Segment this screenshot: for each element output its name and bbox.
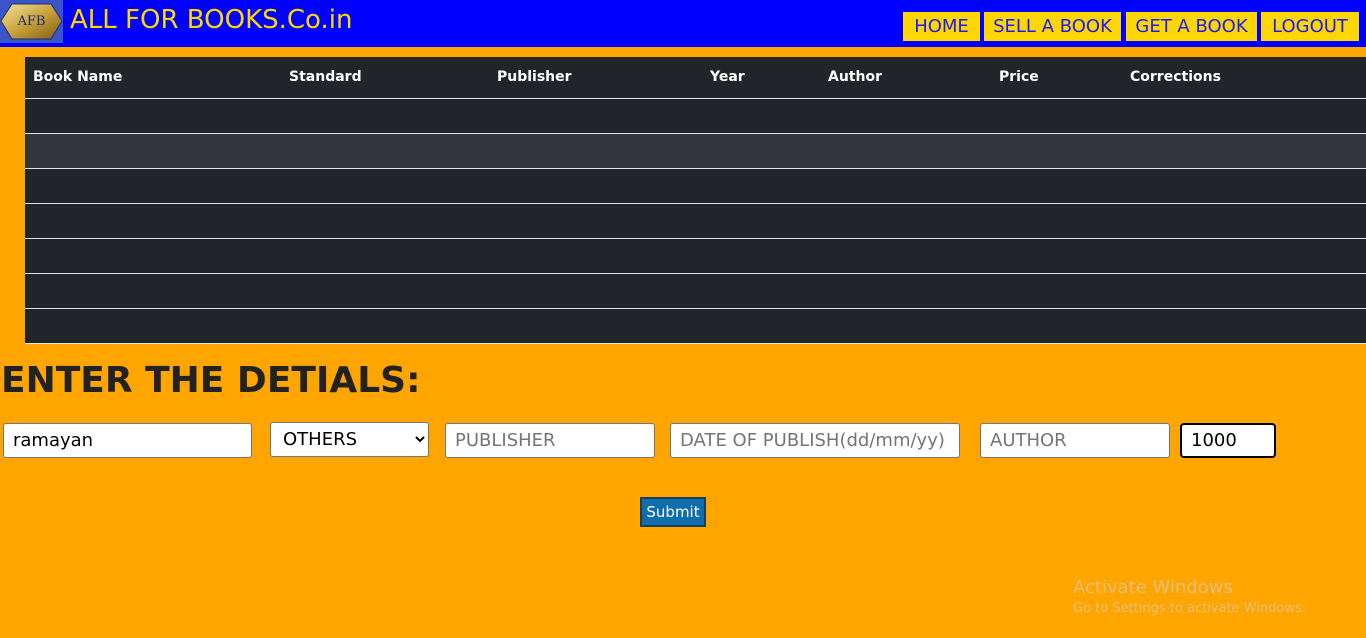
author-input[interactable] [980,423,1170,458]
form-heading: ENTER THE DETIALS: [1,360,421,401]
table-row [25,203,1366,239]
book-name-input[interactable] [3,423,252,458]
column-header-corrections: Corrections [1122,57,1366,99]
column-header-publisher: Publisher [489,57,702,99]
activate-windows-watermark: Activate Windows Go to Settings to activ… [1073,577,1306,616]
table-header-row: Book Name Standard Publisher Year Author… [25,57,1366,99]
site-title: ALL FOR BOOKS.Co.in [70,5,353,35]
nav-get-book-button[interactable]: GET A BOOK [1126,12,1257,41]
price-input[interactable] [1180,423,1276,458]
submit-button[interactable]: Submit [640,497,706,527]
table-row [25,168,1366,204]
table-row [25,273,1366,309]
column-header-price: Price [991,57,1122,99]
nav-home-button[interactable]: HOME [903,12,980,41]
nav-sell-book-button[interactable]: SELL A BOOK [984,12,1121,41]
standard-select[interactable]: OTHERS [270,422,429,457]
publisher-input[interactable] [445,423,655,458]
column-header-standard: Standard [281,57,489,99]
site-header: AFB ALL FOR BOOKS.Co.in HOME SELL A BOOK… [0,0,1366,47]
books-table: Book Name Standard Publisher Year Author… [25,57,1366,344]
table-row [25,308,1366,344]
watermark-subtitle: Go to Settings to activate Windows. [1073,601,1306,616]
column-header-book-name: Book Name [25,57,281,99]
watermark-title: Activate Windows [1073,577,1233,598]
table-row [25,133,1366,169]
column-header-year: Year [702,57,820,99]
table-row [25,98,1366,134]
afb-logo-icon[interactable]: AFB [0,0,63,43]
nav-logout-button[interactable]: LOGOUT [1261,12,1359,41]
logo-text: AFB [17,14,46,29]
table-row [25,238,1366,274]
column-header-author: Author [820,57,991,99]
date-of-publish-input[interactable] [670,423,960,458]
